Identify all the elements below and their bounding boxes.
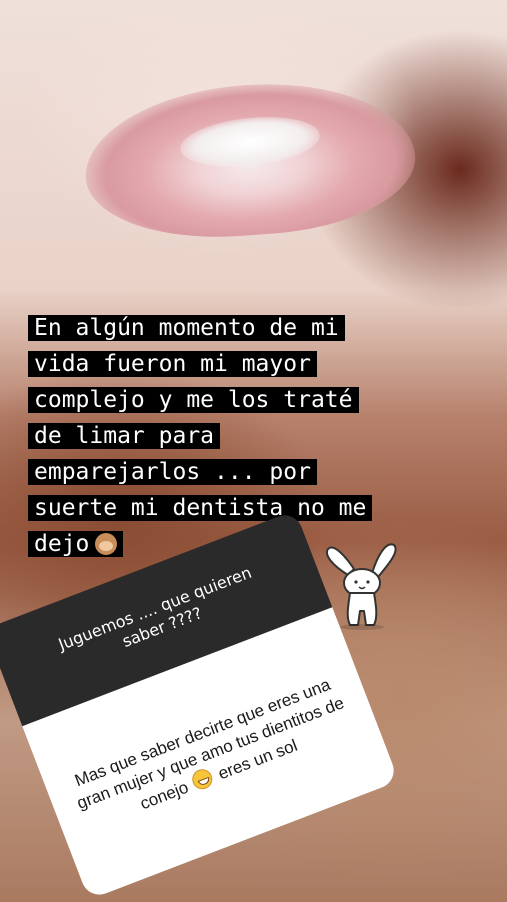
caption-line: dejo [34,531,90,557]
caption-line: vida fueron mi mayor [28,351,317,377]
see-no-evil-monkey-icon [95,533,118,555]
caption-line: de limar para [28,423,221,449]
caption-line: suerte mi dentista no me [28,495,373,521]
caption-line: emparejarlos ... por [28,459,317,485]
caption-line: complejo y me los traté [28,387,359,413]
caption-line: En algún momento de mi [28,315,345,341]
